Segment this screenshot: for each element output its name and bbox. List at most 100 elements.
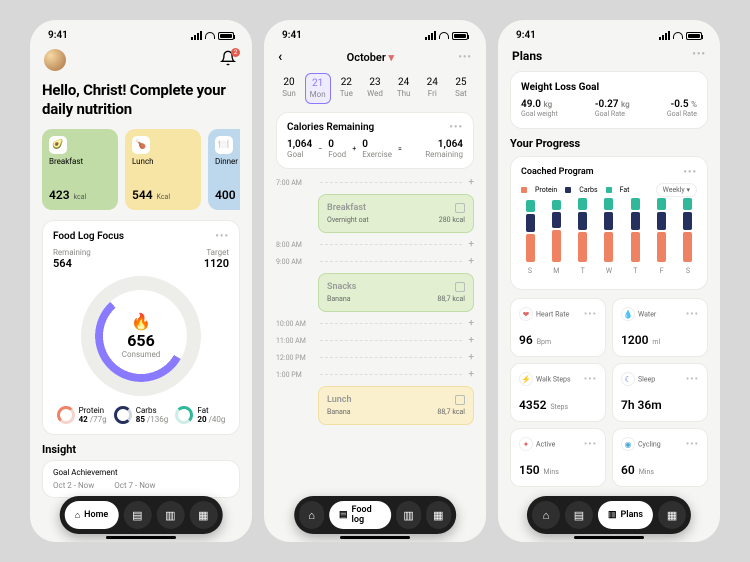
goal-achievement-label: Goal Achievement xyxy=(53,468,229,477)
nav-home[interactable]: ⌂Home xyxy=(65,501,119,529)
metric-steps[interactable]: ⚡Walk Steps••• 4352 Steps xyxy=(510,363,606,422)
home-indicator xyxy=(574,536,644,539)
nav-foodlog[interactable]: ▤Food log xyxy=(329,501,391,529)
calories-remaining-card: Calories Remaining••• 1,064Goal − 0Food … xyxy=(276,112,474,169)
food-log-focus-card: Food Log Focus••• Remaining564 Target112… xyxy=(42,220,240,435)
breakfast-icon: 🥑 xyxy=(49,136,67,154)
dinner-icon: 🍽️ xyxy=(215,136,233,154)
meal-breakfast[interactable]: 🥑 Breakfast 423 kcal xyxy=(42,129,118,210)
cycling-icon: ◉ xyxy=(621,437,635,451)
bar-column: M xyxy=(547,200,565,275)
your-progress-title: Your Progress xyxy=(510,137,708,150)
bar-column: S xyxy=(521,200,539,275)
status-bar: 9:41 xyxy=(30,20,252,45)
more-button[interactable]: ••• xyxy=(692,49,706,63)
nav-foodlog[interactable]: ▤ xyxy=(565,501,593,529)
chart-icon: ▥ xyxy=(608,510,617,520)
nav-home[interactable]: ⌂ xyxy=(299,501,324,529)
entry-snacks[interactable]: Snacks Banana88,7 kcal xyxy=(318,273,474,312)
focus-title: Food Log Focus xyxy=(53,231,124,242)
nav-home[interactable]: ⌂ xyxy=(532,501,560,529)
screen-home: 9:41 2 Hello, Christ! Complete your dail… xyxy=(30,20,252,542)
home-indicator xyxy=(106,536,176,539)
checkbox[interactable] xyxy=(455,203,465,213)
checkbox[interactable] xyxy=(455,282,465,292)
weight-loss-card: Weight Loss Goal 49.0 kgGoal weight -0.2… xyxy=(510,71,708,129)
bottom-nav: ⌂ ▤ ▥Plans ▦ xyxy=(527,496,691,534)
date-cell[interactable]: 24Fri xyxy=(419,73,445,104)
status-icons xyxy=(191,31,234,40)
chart-legend: Protein Carbs Fat xyxy=(521,186,629,194)
back-button[interactable]: ‹ xyxy=(278,49,282,65)
more-icon[interactable]: ••• xyxy=(449,122,463,133)
date-cell[interactable]: 24Thu xyxy=(391,73,417,104)
metric-water[interactable]: 💧Water••• 1200 ml xyxy=(612,298,708,357)
more-button[interactable]: ••• xyxy=(458,52,472,63)
bottom-nav: ⌂ ▤Food log ▥ ▦ xyxy=(294,496,456,534)
active-icon: ✦ xyxy=(519,437,533,451)
home-indicator xyxy=(340,536,410,539)
status-time: 9:41 xyxy=(48,30,68,41)
metric-heart-rate[interactable]: ❤Heart Rate••• 96 Bpm xyxy=(510,298,606,357)
bar-column: S xyxy=(679,198,697,275)
lunch-icon: 🍗 xyxy=(132,136,150,154)
status-bar: 9:41 xyxy=(264,20,486,45)
grid-icon: ▦ xyxy=(198,509,208,522)
heart-icon: ❤ xyxy=(519,307,533,321)
date-cell[interactable]: 25Sat xyxy=(448,73,474,104)
period-selector[interactable]: Weekly ▾ xyxy=(656,183,697,197)
nav-more[interactable]: ▦ xyxy=(189,501,217,529)
log-icon: ▤ xyxy=(132,509,142,522)
nav-plans[interactable]: ▥Plans xyxy=(598,501,653,529)
meal-cards-row[interactable]: 🥑 Breakfast 423 kcal 🍗 Lunch 544 Kcal 🍽️… xyxy=(42,129,240,210)
timeline: 7:00 AM+ Breakfast Overnight oat280 kcal… xyxy=(276,177,474,425)
bar-column: F xyxy=(653,198,671,275)
bottom-nav: ⌂Home ▤ ▥ ▦ xyxy=(60,496,223,534)
status-bar: 9:41 xyxy=(498,20,720,45)
date-cell[interactable]: 20Sun xyxy=(276,73,302,104)
month-picker[interactable]: October ▾ xyxy=(347,51,394,64)
steps-icon: ⚡ xyxy=(519,372,533,386)
entry-breakfast: Breakfast Overnight oat280 kcal xyxy=(318,194,474,233)
chart-icon: ▥ xyxy=(165,509,175,522)
meal-lunch[interactable]: 🍗 Lunch 544 Kcal xyxy=(125,129,201,210)
checkbox[interactable] xyxy=(455,395,465,405)
screen-foodlog: 9:41 ‹ October ▾ ••• 20Sun21Mon22Tue23We… xyxy=(264,20,486,542)
insight-title: Insight xyxy=(42,443,240,456)
date-cell[interactable]: 21Mon xyxy=(305,73,331,104)
nav-foodlog[interactable]: ▤ xyxy=(123,501,151,529)
page-title: Plans xyxy=(512,49,542,63)
nav-more[interactable]: ▦ xyxy=(658,501,686,529)
home-icon: ⌂ xyxy=(75,510,80,521)
more-icon[interactable]: ••• xyxy=(683,167,697,178)
bar-column: T xyxy=(626,198,644,275)
notification-badge: 2 xyxy=(231,48,240,57)
metric-sleep[interactable]: ☾Sleep••• 7h 36m xyxy=(612,363,708,422)
macro-carbs: Carbs85 /136g xyxy=(114,406,168,424)
avatar[interactable] xyxy=(44,49,66,71)
add-entry-button[interactable]: + xyxy=(468,177,474,188)
log-icon: ▤ xyxy=(339,510,348,520)
meal-dinner[interactable]: 🍽️ Dinner 400 kcal xyxy=(208,129,240,210)
stacked-bar-chart: SMTWTFS xyxy=(521,205,697,275)
metric-active[interactable]: ✦Active••• 150 Mins xyxy=(510,428,606,487)
metric-cycling[interactable]: ◉Cycling••• 60 Mins xyxy=(612,428,708,487)
entry-lunch[interactable]: Lunch Banana88,7 kcal xyxy=(318,386,474,425)
macro-protein: Protein42 /77g xyxy=(57,406,107,424)
date-cell[interactable]: 23Wed xyxy=(362,73,388,104)
chevron-down-icon: ▾ xyxy=(389,51,395,64)
date-selector[interactable]: 20Sun21Mon22Tue23Wed24Thu24Fri25Sat xyxy=(276,73,474,104)
nav-plans[interactable]: ▥ xyxy=(156,501,184,529)
progress-ring: 🔥 656 Consumed xyxy=(81,276,201,396)
nav-plans[interactable]: ▥ xyxy=(396,501,421,529)
date-cell[interactable]: 22Tue xyxy=(333,73,359,104)
water-icon: 💧 xyxy=(621,307,635,321)
bar-column: T xyxy=(574,198,592,275)
notifications-button[interactable]: 2 xyxy=(218,50,238,70)
nav-more[interactable]: ▦ xyxy=(426,501,451,529)
more-icon[interactable]: ••• xyxy=(215,231,229,242)
greeting-title: Hello, Christ! Complete your daily nutri… xyxy=(42,81,240,119)
sleep-icon: ☾ xyxy=(621,372,635,386)
bar-column: W xyxy=(600,198,618,275)
screen-plans: 9:41 Plans ••• Weight Loss Goal 49.0 kgGo… xyxy=(498,20,720,542)
